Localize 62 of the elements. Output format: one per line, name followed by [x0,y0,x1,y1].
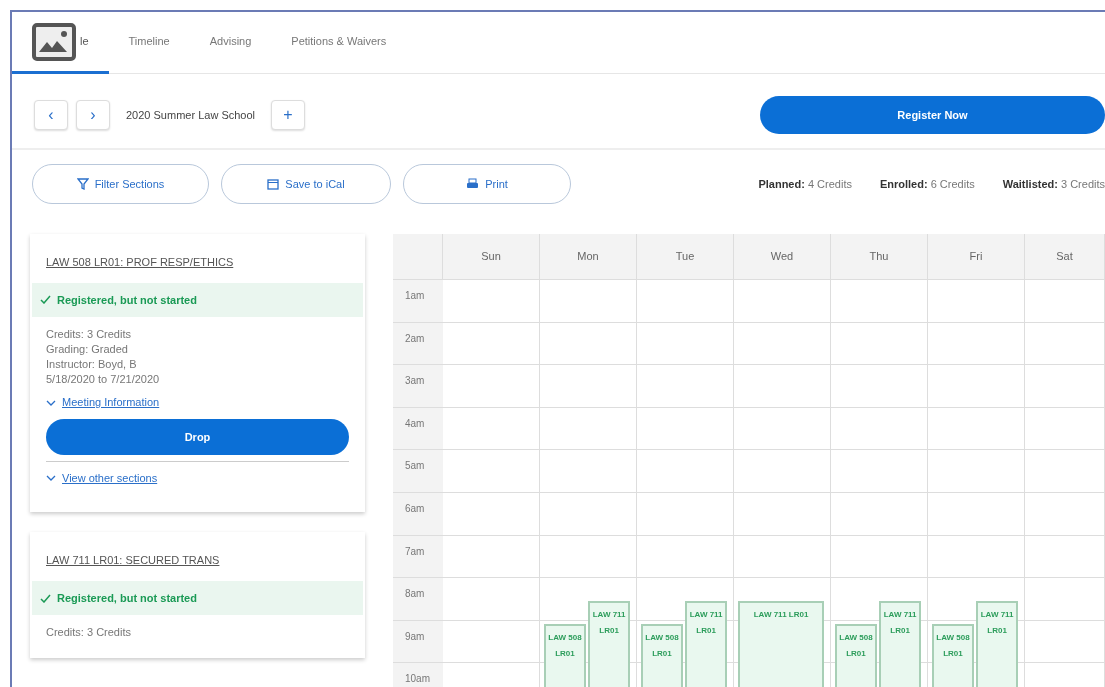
day-header: Fri [928,234,1025,279]
course-detail: Credits: 3 Credits [46,625,132,641]
meeting-link[interactable]: Meeting Information [46,394,349,411]
register-button[interactable]: Register Now [760,96,1105,134]
calendar-event[interactable]: LAW 711 LR01 [685,600,728,687]
filter-icon [76,178,89,190]
course-title[interactable]: LAW 508 LR01: PROF RESP/ETHICS [46,246,349,283]
calendar-event[interactable]: LAW 711 LR01 [588,600,631,687]
day-header: Wed [734,234,831,279]
corner-cell [393,234,443,279]
course-title[interactable]: LAW 711 LR01: SECURED TRANS [46,544,349,581]
calendar-event[interactable]: LAW 508 LR01 [931,624,975,687]
day-header: Tue [637,234,734,279]
calendar-icon [267,178,280,190]
sections-link[interactable]: View other sections [46,469,349,487]
day-header: Thu [831,234,928,279]
add-button[interactable]: + [271,100,305,130]
hour-label: 3am [393,364,443,407]
check-icon [40,593,51,603]
day-header: Sun [443,234,540,279]
calendar-event[interactable]: LAW 508 LR01 [543,624,587,687]
hour-label: 7am [393,534,443,578]
calendar-event[interactable]: LAW 508 LR01 [640,624,684,687]
calendar-event[interactable]: LAW 711 LR01 [879,600,922,687]
tab[interactable]: le [12,12,109,74]
tab[interactable]: Timeline [108,12,190,74]
hour-label: 8am [393,577,443,620]
printer-icon [466,178,480,190]
credit-summary: Planned: 4 Credits [758,176,852,192]
previous-button[interactable]: ‹ [34,100,68,130]
chevron-icon [46,475,56,482]
calendar-event[interactable]: LAW 508 LR01 [834,624,878,687]
course-detail: 5/18/2020 to 7/21/2020 [46,371,161,387]
credit-summary: Enrolled: 6 Credits [879,176,975,192]
course-detail: Grading: Graded [46,341,129,357]
hour-label: 1am [393,279,443,322]
day-header: Sat [1025,234,1105,279]
chevron-icon [46,399,56,406]
hour-label: 9am [393,619,443,663]
hour-label: 2am [393,321,443,365]
tab[interactable]: Petitions & Waivers [271,12,407,74]
check-icon [40,295,51,305]
credit-summary: Waitlisted: 3 Credits [1002,176,1105,192]
status-text: Registered, but not started [57,590,197,606]
course-detail: Instructor: Boyd, B [46,356,138,372]
hour-label: 4am [393,406,443,450]
tab[interactable]: Advising [189,12,272,74]
action-button[interactable]: Filter Sections [32,164,209,204]
status-text: Registered, but not started [57,292,197,308]
action-button[interactable]: Save to iCal [221,164,391,204]
image-icon [32,22,76,61]
hour-label: 5am [393,449,443,492]
hour-label: 6am [393,491,443,535]
hour-label: 10am [393,662,443,687]
action-button[interactable]: Print [403,164,571,204]
drop-button[interactable]: Drop [46,418,349,455]
calendar-event[interactable]: LAW 711 LR01 [976,600,1019,687]
day-header: Mon [540,234,637,279]
calendar-event[interactable]: LAW 711 LR01 [737,600,825,687]
term-title: 2020 Summer Law School [126,107,255,123]
next-button[interactable]: › [76,100,110,130]
course-detail: Credits: 3 Credits [46,327,132,342]
